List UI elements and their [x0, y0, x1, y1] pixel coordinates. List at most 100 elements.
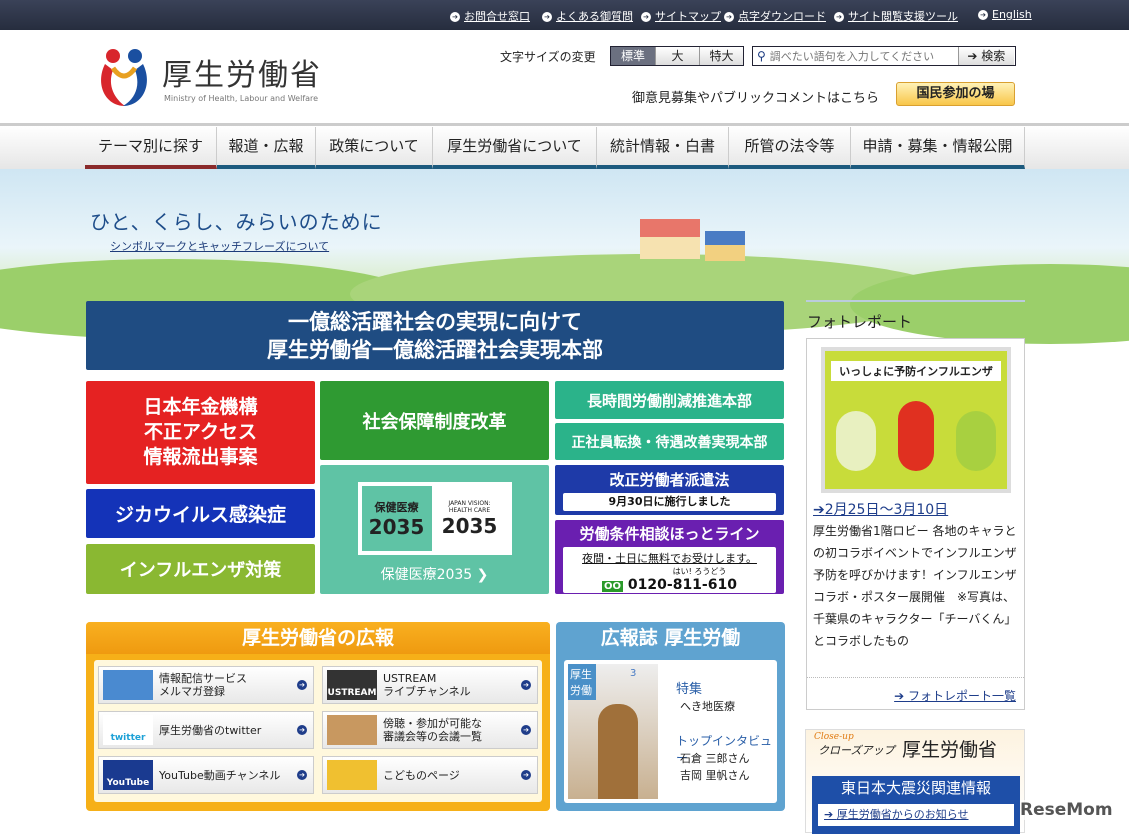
- nav-applications[interactable]: 申請・募集・情報公開: [851, 127, 1025, 169]
- logo-year: 2035: [368, 514, 425, 539]
- search-button-label: 検索: [981, 49, 1006, 63]
- pr-section-title: 厚生労働省の広報: [86, 622, 550, 654]
- feature-heading: 特集: [676, 682, 703, 697]
- link-contact[interactable]: お問合せ窓口: [450, 8, 530, 24]
- search-button[interactable]: ➔ 検索: [957, 47, 1014, 65]
- nav-statistics[interactable]: 統計情報・白書: [597, 127, 729, 169]
- poster-title: いっしょに予防インフルエンザ: [831, 361, 1001, 381]
- nav-press[interactable]: 報道・広報: [217, 127, 316, 169]
- nav-theme[interactable]: テーマ別に探す: [85, 127, 217, 169]
- photo-report-date-link[interactable]: ➔2月25日～3月10日: [813, 499, 948, 519]
- ustream-thumbnail-icon: USTREAM: [327, 670, 377, 700]
- ichioku-banner[interactable]: 一億総活躍社会の実現に向けて 厚生労働省一億総活躍社会実現本部: [86, 301, 784, 370]
- magazine-section[interactable]: 広報誌 厚生労働 厚生労働 3 特集 へき地医療 トップインタビュー 石倉 三郎…: [556, 622, 785, 811]
- arrow-icon: ➔: [297, 725, 307, 735]
- pr-item[interactable]: こどものページ ➔: [322, 756, 538, 794]
- photo-report-box: いっしょに予防インフルエンザ ➔2月25日～3月10日 厚生労働省1階ロビー 各…: [806, 338, 1025, 710]
- arrow-icon: ➔: [824, 808, 837, 821]
- influenza-poster-image[interactable]: いっしょに予防インフルエンザ: [821, 347, 1011, 493]
- catchphrase: ひと、くらし、みらいのために: [90, 210, 383, 234]
- hotline-banner[interactable]: 労働条件相談ほっとライン 夜間・土日に無料でお受けします。 はい! ろうどう О…: [555, 520, 784, 594]
- influenza-banner[interactable]: インフルエンザ対策: [86, 544, 315, 594]
- divider: [806, 300, 1025, 302]
- arrow-icon: ➔: [521, 725, 531, 735]
- date-label: 2月25日～3月10日: [824, 502, 949, 518]
- earthquake-panel[interactable]: 東日本大震災関連情報 ➔ 厚生労働省からのお知らせ: [812, 776, 1020, 834]
- arrow-icon: ➔: [521, 770, 531, 780]
- pr-section: 厚生労働省の広報 情報配信サービス メルマガ登録 ➔ USTREAM USTREAM …: [86, 622, 550, 811]
- health-care-2035-banner[interactable]: 保健医療 2035 JAPAN VISION: HEALTH CARE 2035…: [320, 465, 549, 594]
- link-sitemap[interactable]: サイトマップ: [641, 8, 721, 24]
- cover-issue: 3: [630, 668, 637, 679]
- hotline-ruby: はい! ろうどう: [672, 567, 727, 576]
- logo-jp: 保健医療: [374, 500, 419, 514]
- photo-report-text: 厚生労働省1階ロビー 各地のキャラとの初コラボイベントでインフルエンザ予防を呼び…: [813, 524, 1017, 648]
- ministry-name-en: Ministry of Health, Labour and Welfare: [164, 94, 319, 103]
- public-comment-text: 御意見募集やパブリックコメントはこちら: [632, 91, 880, 106]
- font-size-large[interactable]: 大: [655, 47, 699, 65]
- pr-item-label: USTREAM ライブチャンネル: [383, 672, 471, 698]
- symbol-mark-link[interactable]: シンボルマークとキャッチフレーズについて: [110, 238, 329, 254]
- social-security-banner[interactable]: 社会保障制度改革: [320, 381, 549, 460]
- public-participation-button[interactable]: 国民参加の場: [896, 82, 1015, 106]
- pr-item-label: 情報配信サービス メルマガ登録: [159, 672, 247, 698]
- closeup-en: Close-up: [814, 732, 854, 742]
- link-accessibility[interactable]: サイト閲覧支援ツール: [834, 8, 958, 24]
- arrow-icon: ➔: [813, 502, 825, 518]
- ministry-name[interactable]: 厚生労働省: [162, 50, 322, 94]
- health-care-2035-label: 保健医療2035: [380, 567, 473, 583]
- zika-banner[interactable]: ジカウイルス感染症: [86, 489, 315, 538]
- pr-item-label: 厚生労働省のtwitter: [159, 723, 262, 737]
- hotline-sub: 夜間・土日に無料でお受けします。: [582, 552, 757, 565]
- pr-item[interactable]: USTREAM USTREAM ライブチャンネル ➔: [322, 666, 538, 704]
- banner-line: 一億総活躍社会の実現に向けて: [288, 309, 582, 334]
- pr-item-label: YouTube動画チャンネル: [159, 768, 281, 782]
- dispatch-law-banner[interactable]: 改正労働者派遣法 9月30日に施行しました: [555, 465, 784, 515]
- banner-line: 厚生労働省一億総活躍社会実現本部: [267, 337, 603, 362]
- search-input[interactable]: [765, 49, 958, 63]
- pension-leak-banner[interactable]: 日本年金機構 不正アクセス 情報流出事案: [86, 381, 315, 484]
- pr-item[interactable]: 傍聴・参加が可能な 審議会等の会議一覧 ➔: [322, 711, 538, 749]
- notice-label: 厚生労働省からのお知らせ: [836, 808, 969, 821]
- photo-report-title: フォトレポート: [807, 313, 913, 331]
- search-icon: ⚲: [757, 49, 766, 63]
- long-hours-banner[interactable]: 長時間労働削減推進本部: [555, 381, 784, 419]
- pr-item-label: こどものページ: [383, 768, 460, 782]
- pr-item-label: 傍聴・参加が可能な 審議会等の会議一覧: [383, 717, 482, 743]
- youtube-thumbnail-icon: YouTube: [103, 760, 153, 790]
- font-size-standard[interactable]: 標準: [611, 47, 655, 65]
- pr-item[interactable]: YouTube YouTube動画チャンネル ➔: [98, 756, 314, 794]
- global-nav: テーマ別に探す 報道・広報 政策について 厚生労働省について 統計情報・白書 所…: [0, 123, 1129, 169]
- link-english[interactable]: English: [978, 8, 1032, 21]
- earthquake-notice-link[interactable]: ➔ 厚生労働省からのお知らせ: [818, 804, 1014, 826]
- link-faq[interactable]: よくある御質問: [542, 8, 633, 24]
- nav-policy[interactable]: 政策について: [316, 127, 433, 169]
- magazine-title: 広報誌 厚生労働: [600, 627, 741, 649]
- font-size-xlarge[interactable]: 特大: [699, 47, 743, 65]
- hotline-phone: 0120-811-610: [627, 577, 737, 593]
- cover-title: 厚生労働: [568, 664, 596, 700]
- kidsicon-thumbnail-icon: [327, 760, 377, 790]
- closeup-section: Close-up クローズアップ 厚生労働省 東日本大震災関連情報 ➔ 厚生労働…: [805, 729, 1025, 834]
- mailicon-thumbnail-icon: [103, 670, 153, 700]
- magazine-cover[interactable]: 厚生労働 3: [568, 664, 658, 799]
- ministry-logo-icon[interactable]: [95, 44, 153, 108]
- arrow-icon: ➔: [297, 680, 307, 690]
- font-size-label: 文字サイズの変更: [500, 50, 596, 64]
- regular-employee-banner[interactable]: 正社員転換・待遇改善実現本部: [555, 423, 784, 460]
- meetingicon-thumbnail-icon: [327, 715, 377, 745]
- dispatch-law-sub: 9月30日に施行しました: [563, 493, 776, 511]
- nav-laws[interactable]: 所管の法令等: [729, 127, 851, 169]
- interviewee: 吉岡 里帆さん: [680, 769, 750, 782]
- link-braille[interactable]: 点字ダウンロード: [724, 8, 826, 24]
- earthquake-title: 東日本大震災関連情報: [840, 779, 991, 797]
- arrow-icon: ➔: [894, 689, 908, 703]
- arrow-icon: ➔: [967, 49, 982, 63]
- logo-en: JAPAN VISION:: [448, 499, 491, 507]
- nav-about[interactable]: 厚生労働省について: [433, 127, 597, 169]
- photo-report-list-link[interactable]: ➔ フォトレポート一覧: [894, 687, 1016, 704]
- banner-line: 情報流出事案: [143, 446, 258, 468]
- search-box: ⚲ ➔ 検索: [752, 46, 1016, 66]
- pr-item[interactable]: twitter 厚生労働省のtwitter ➔: [98, 711, 314, 749]
- pr-item[interactable]: 情報配信サービス メルマガ登録 ➔: [98, 666, 314, 704]
